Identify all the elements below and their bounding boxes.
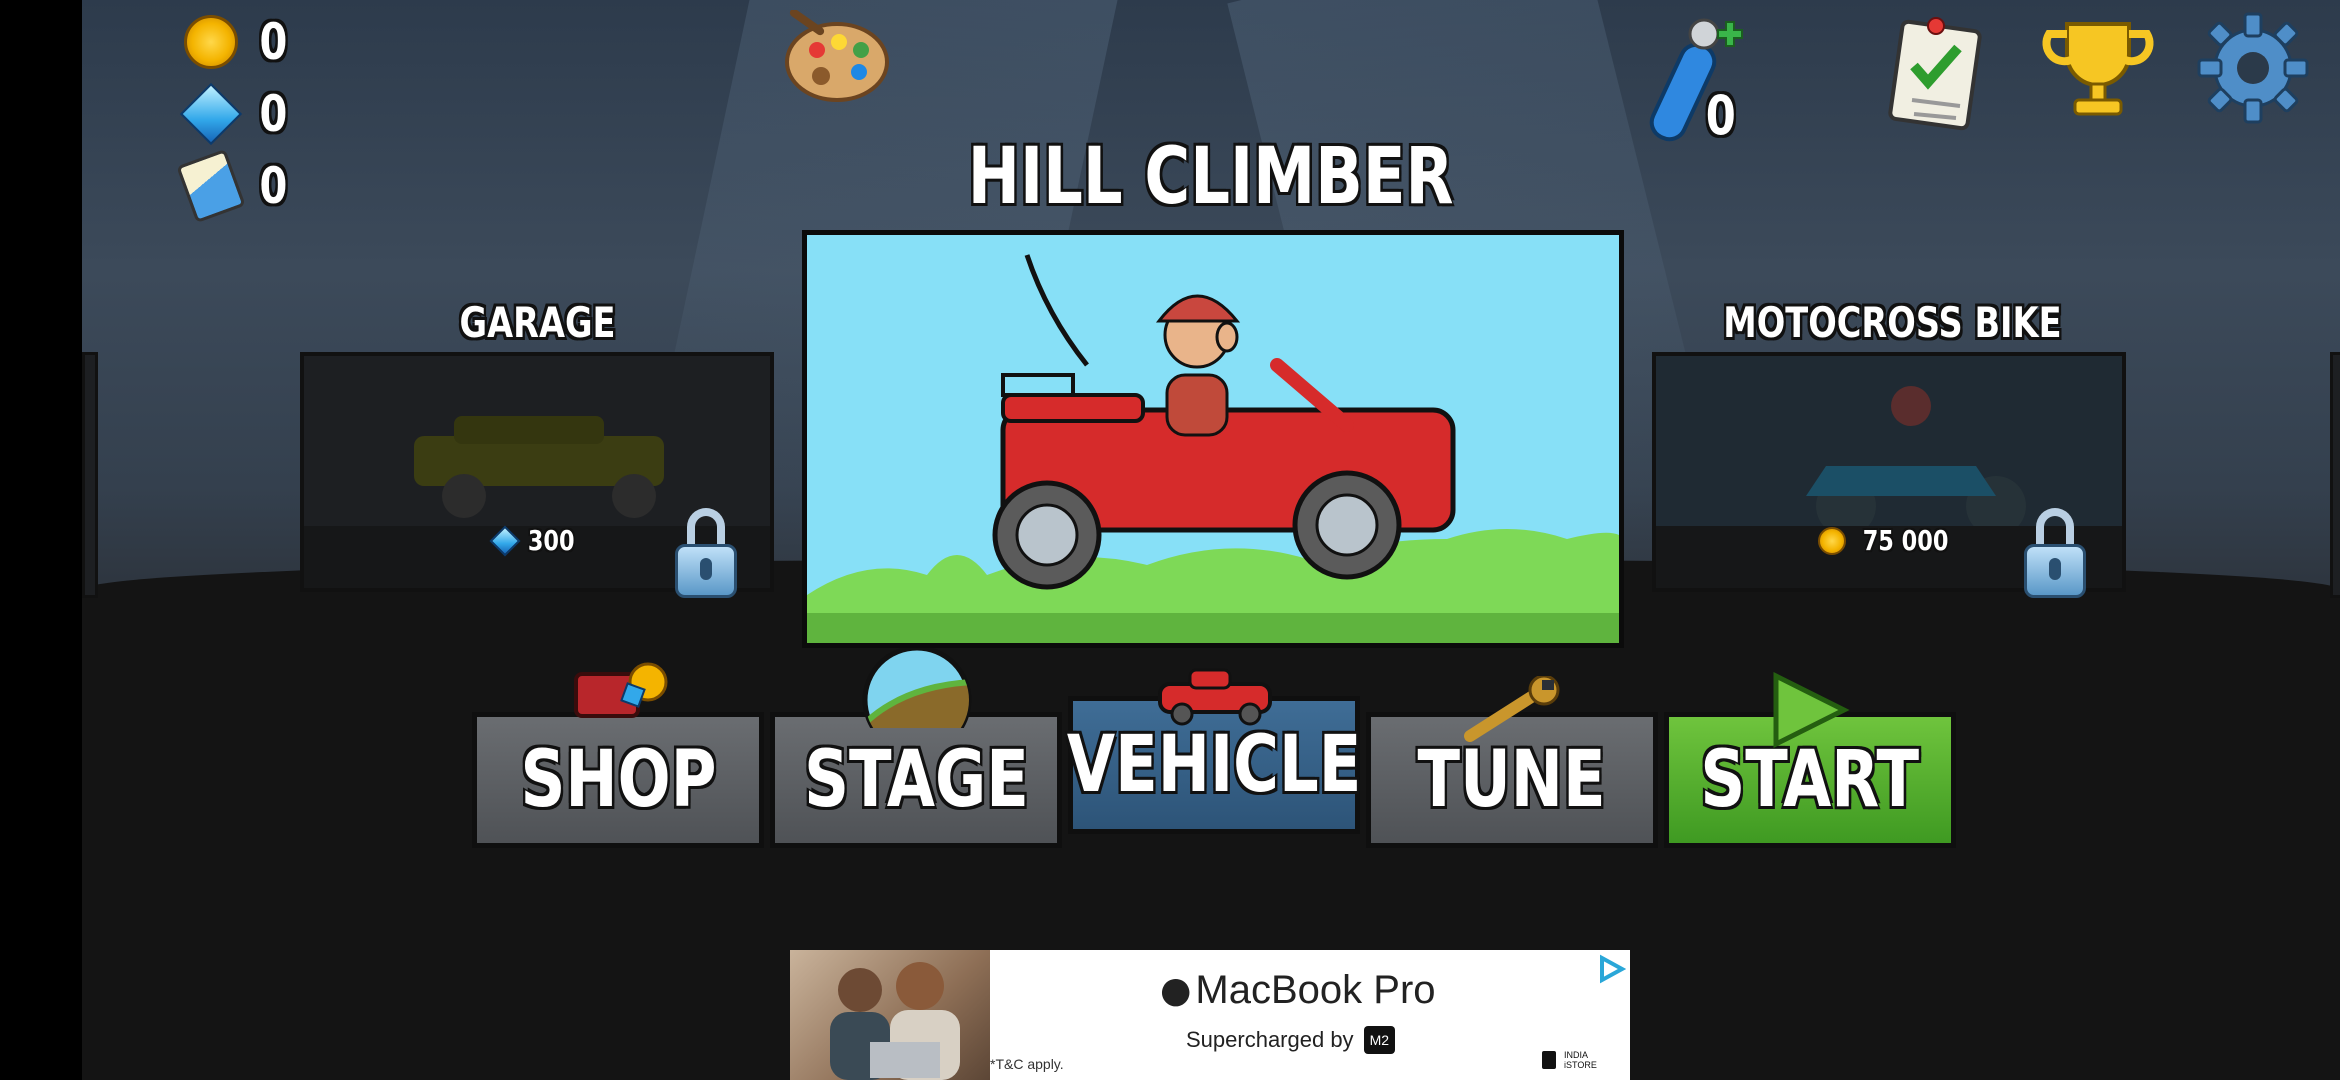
tune-label: TUNE: [1417, 735, 1607, 825]
lock-icon: [675, 508, 737, 598]
right-vehicle-price-value: 75 000: [1863, 524, 1949, 557]
m2-chip-badge: M2: [1363, 1026, 1396, 1054]
wrench-icon: [1458, 674, 1568, 746]
ad-seller-line2: iSTORE: [1564, 1060, 1597, 1070]
trophy-icon[interactable]: [2037, 14, 2159, 124]
offscreen-card-right-edge: [2330, 352, 2340, 598]
selected-vehicle-title: HILL CLIMBER: [968, 132, 1454, 222]
ad-banner[interactable]: *T&C apply. ● MacBook Pro Supercharged b…: [790, 950, 1630, 1080]
coin-icon: [182, 13, 240, 71]
booster-icon[interactable]: 0: [1632, 12, 1752, 152]
ad-headline: ● MacBook Pro: [1160, 968, 1436, 1013]
gem-icon: [489, 524, 521, 557]
vehicle-card-selected[interactable]: [802, 230, 1624, 648]
vehicle-label: VEHICLE: [1066, 720, 1362, 810]
left-vehicle-title-wrap: GARAGE: [302, 298, 772, 347]
hill-climber-jeep-image: [807, 254, 1619, 643]
right-vehicle-title: MOTOCROSS BIKE: [1722, 298, 2062, 347]
apple-logo-icon: ●: [1160, 970, 1192, 1011]
ad-photo: [790, 950, 990, 1080]
stage-hill-icon: [862, 645, 972, 755]
paint-palette-icon[interactable]: [777, 10, 897, 110]
shop-label: SHOP: [520, 735, 716, 825]
settings-gear-icon[interactable]: [2195, 10, 2311, 126]
adchoices-icon[interactable]: [1596, 954, 1627, 984]
ad-seller-line1: INDIA: [1564, 1050, 1589, 1060]
ad-brand: MacBook Pro: [1195, 968, 1436, 1012]
lock-icon: [2024, 508, 2086, 598]
ad-tagline: Supercharged by: [1186, 1027, 1354, 1052]
vehicle-car-icon: [1150, 662, 1282, 726]
shop-button[interactable]: SHOP: [472, 712, 764, 848]
right-vehicle-title-wrap: MOTOCROSS BIKE: [1652, 298, 2132, 347]
play-arrow-icon: [1764, 668, 1854, 752]
left-vehicle-price-value: 300: [527, 524, 575, 557]
istore-logo-icon: [1542, 1051, 1556, 1069]
ad-seller: INDIA iSTORE: [1542, 1050, 1597, 1070]
selected-vehicle-title-wrap: HILL CLIMBER: [82, 132, 2340, 222]
stage-button[interactable]: STAGE: [770, 712, 1062, 848]
ad-tagline-row: Supercharged by M2: [1186, 1026, 1396, 1054]
shop-chest-icon: [570, 660, 670, 720]
checklist-icon[interactable]: [1882, 14, 1992, 134]
left-vehicle-title: GARAGE: [459, 298, 615, 347]
coin-icon: [1818, 526, 1847, 555]
coins-value: 0: [259, 13, 288, 71]
ad-disclaimer: *T&C apply.: [990, 1056, 1064, 1072]
coins-counter: 0: [182, 12, 291, 72]
game-menu-screen: 0 0 0 0 HILL CLIMBER GARAGE 300 MOTOCROS…: [82, 0, 2340, 1080]
stage-label: STAGE: [803, 735, 1029, 825]
offscreen-card-left-edge: [82, 352, 98, 598]
